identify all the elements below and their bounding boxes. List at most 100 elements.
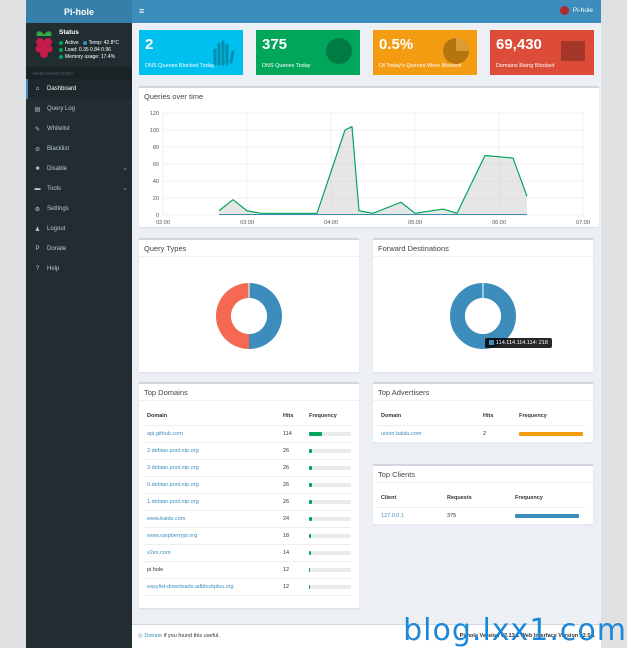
stat-box-4: 69,430 Domains Being Blocked	[490, 30, 594, 75]
stat-box-2: 375 DNS Queries Today	[256, 30, 360, 75]
frequency-bar-track	[515, 513, 579, 518]
sidebar-item-whitelist[interactable]: ✎ Whitelist	[26, 119, 132, 139]
forward-tooltip-text: 114.114.114.114: 218	[496, 340, 548, 346]
table-row: 2.debian.pool.ntp.org 26	[143, 442, 351, 459]
divider	[373, 482, 593, 483]
sidebar-item-blacklist[interactable]: ⊘ Blacklist	[26, 139, 132, 159]
hits-cell: 26	[283, 464, 290, 471]
domain-link[interactable]: 1.debian.pool.ntp.org	[147, 499, 199, 505]
domain-link[interactable]: www.raspberrypi.org	[147, 533, 197, 539]
sidebar-item-tools[interactable]: ▬ Tools ‹	[26, 179, 132, 199]
query-types-title: Query Types	[144, 244, 187, 253]
table-row: 3.debian.pool.ntp.org 26	[143, 459, 351, 476]
frequency-bar-fill	[519, 431, 583, 436]
queries-over-time-box: Queries over time 0 20 40 60 80 100 120 02:00 03…	[139, 86, 599, 227]
domain-link[interactable]: union.baidu.com	[381, 431, 421, 437]
stat-box-1: 2 DNS Queries Blocked Today	[139, 30, 243, 75]
forward-destinations-chart[interactable]	[373, 258, 593, 372]
sidebar: Status Active Temp: 42.8°C Load: 0.35 0.…	[26, 23, 132, 648]
series-area-total	[219, 126, 527, 215]
col-frequency: Frequency	[515, 495, 543, 502]
top-clients-table: Client Requests Frequency 127.0.0.1 375	[377, 490, 585, 525]
domain-link[interactable]: 0.debian.pool.ntp.org	[147, 482, 199, 488]
x-tick-label: 05:00	[408, 220, 422, 226]
stop-icon: ■	[35, 166, 40, 172]
status-title: Status	[59, 29, 79, 36]
menu-toggle-icon[interactable]: ≡	[139, 6, 144, 16]
top-advertisers-body: union.baidu.com 2	[377, 425, 585, 442]
frequency-bar-fill	[309, 482, 312, 487]
footer-donate-link[interactable]: Donate	[144, 633, 162, 639]
query-types-chart[interactable]	[139, 258, 359, 372]
donut-hole	[465, 298, 501, 334]
frequency-bar-track	[309, 584, 351, 589]
x-tick-label: 03:00	[240, 220, 254, 226]
status-temp: Temp: 42.8°C	[88, 40, 119, 46]
table-row: pi.hole 12	[143, 561, 351, 578]
hits-cell: 14	[283, 549, 290, 556]
donut-hole	[231, 298, 267, 334]
queries-over-time-title: Queries over time	[144, 92, 204, 101]
stat-box-3: 0.5% Of Today's Queries Were Blocked	[373, 30, 477, 75]
domain-link[interactable]: 2.debian.pool.ntp.org	[147, 448, 199, 454]
domain-link[interactable]: v2ex.com	[147, 550, 171, 556]
sidebar-item-logout[interactable]: ♟ Logout	[26, 219, 132, 239]
domain-link[interactable]: easylist-downloads.adblockplus.org	[147, 584, 234, 590]
y-tick-label: 80	[153, 145, 159, 151]
chevron-icon: ‹	[123, 168, 129, 170]
domain-link[interactable]: 3.debian.pool.ntp.org	[147, 465, 199, 471]
top-domains-box: Top Domains Domain Hits Frequency api.gi…	[139, 382, 359, 608]
sidebar-item-label: Whitelist	[47, 126, 70, 132]
sidebar-item-dashboard[interactable]: ⌂ Dashboard	[26, 79, 132, 99]
domain-link[interactable]: www.baidu.com	[147, 516, 186, 522]
hits-cell: 12	[283, 566, 290, 573]
pencil-icon: ✎	[34, 126, 41, 133]
top-advertisers-table: Domain Hits Frequency union.baidu.com 2	[377, 408, 585, 443]
status-load-line: Load: 0.35 0.84 0.96	[59, 47, 111, 53]
top-domains-table: Domain Hits Frequency api.github.com 114 2…	[143, 408, 351, 596]
x-tick-label: 07:00	[576, 220, 590, 226]
sidebar-item-label: Blacklist	[47, 146, 70, 152]
queries-over-time-chart[interactable]: 0 20 40 60 80 100 120 02:00 03:00 04:00 05:00 06:00…	[139, 103, 599, 228]
col-requests: Requests	[447, 495, 472, 502]
sidebar-item-query-log[interactable]: ▤ Query Log	[26, 99, 132, 119]
sidebar-item-help[interactable]: ? Help	[26, 259, 132, 279]
sidebar-item-donate[interactable]: P Donate	[26, 239, 132, 259]
domain-link[interactable]: api.github.com	[147, 431, 183, 437]
user-menu[interactable]: Pi-hole	[559, 6, 593, 15]
status-memory-line: Memory usage: 17.4%	[59, 54, 115, 60]
frequency-bar-track	[309, 448, 351, 453]
col-client: Client	[381, 495, 397, 502]
client-link[interactable]: 127.0.0.1	[381, 513, 404, 519]
divider	[139, 400, 359, 401]
table-header-row: Client Requests Frequency	[377, 490, 585, 507]
hits-cell: 12	[283, 583, 290, 590]
divider	[139, 256, 359, 257]
hand-icon	[213, 40, 235, 66]
frequency-bar-track	[309, 533, 351, 538]
load-dot-icon	[59, 47, 63, 52]
hits-cell: 26	[283, 498, 290, 505]
paypal-icon: ◎	[138, 633, 143, 639]
frequency-bar-track	[309, 482, 351, 487]
user-name: Pi-hole	[572, 7, 593, 14]
pie-icon	[443, 38, 469, 64]
frequency-bar-track	[309, 431, 351, 436]
temp-dot-icon	[82, 40, 87, 45]
user-icon: ♟	[34, 226, 41, 233]
status-load: Load: 0.35 0.84 0.96	[65, 47, 111, 53]
sidebar-item-disable[interactable]: ■ Disable ‹	[26, 159, 132, 179]
top-advertisers-title: Top Advertisers	[378, 388, 430, 397]
sidebar-item-settings[interactable]: ⚙ Settings	[26, 199, 132, 219]
app-logo[interactable]: Pi-hole	[26, 0, 132, 23]
col-frequency: Frequency	[309, 413, 337, 420]
status-active-line: Active Temp: 42.8°C	[59, 40, 119, 46]
col-hits: Hits	[483, 413, 494, 420]
y-tick-label: 60	[153, 162, 159, 168]
y-tick-label: 20	[153, 196, 159, 202]
hits-cell: 18	[283, 532, 290, 539]
home-icon: ⌂	[35, 86, 40, 92]
footer-donate-text: ◎ Donate if you found this useful.	[138, 633, 220, 639]
ban-icon: ⊘	[34, 146, 41, 153]
frequency-bar-track	[309, 499, 351, 504]
